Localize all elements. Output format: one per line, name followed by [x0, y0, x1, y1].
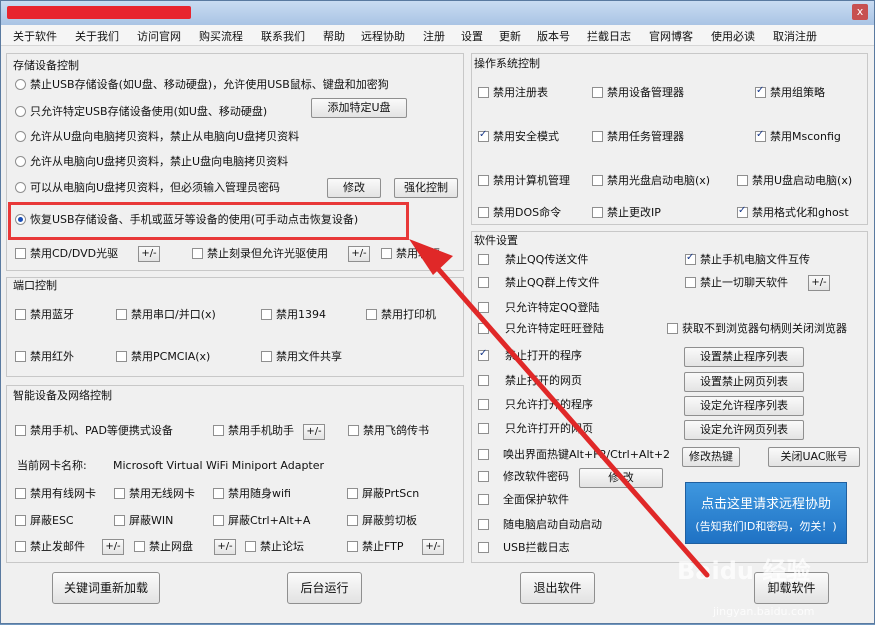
red-arrow-annotation: [409, 239, 710, 578]
main-window: x 关于软件 关于我们 访问官网 购买流程 联系我们 帮助 远程协助 注册 设置 更新 版本号 拦截日…: [0, 0, 875, 624]
